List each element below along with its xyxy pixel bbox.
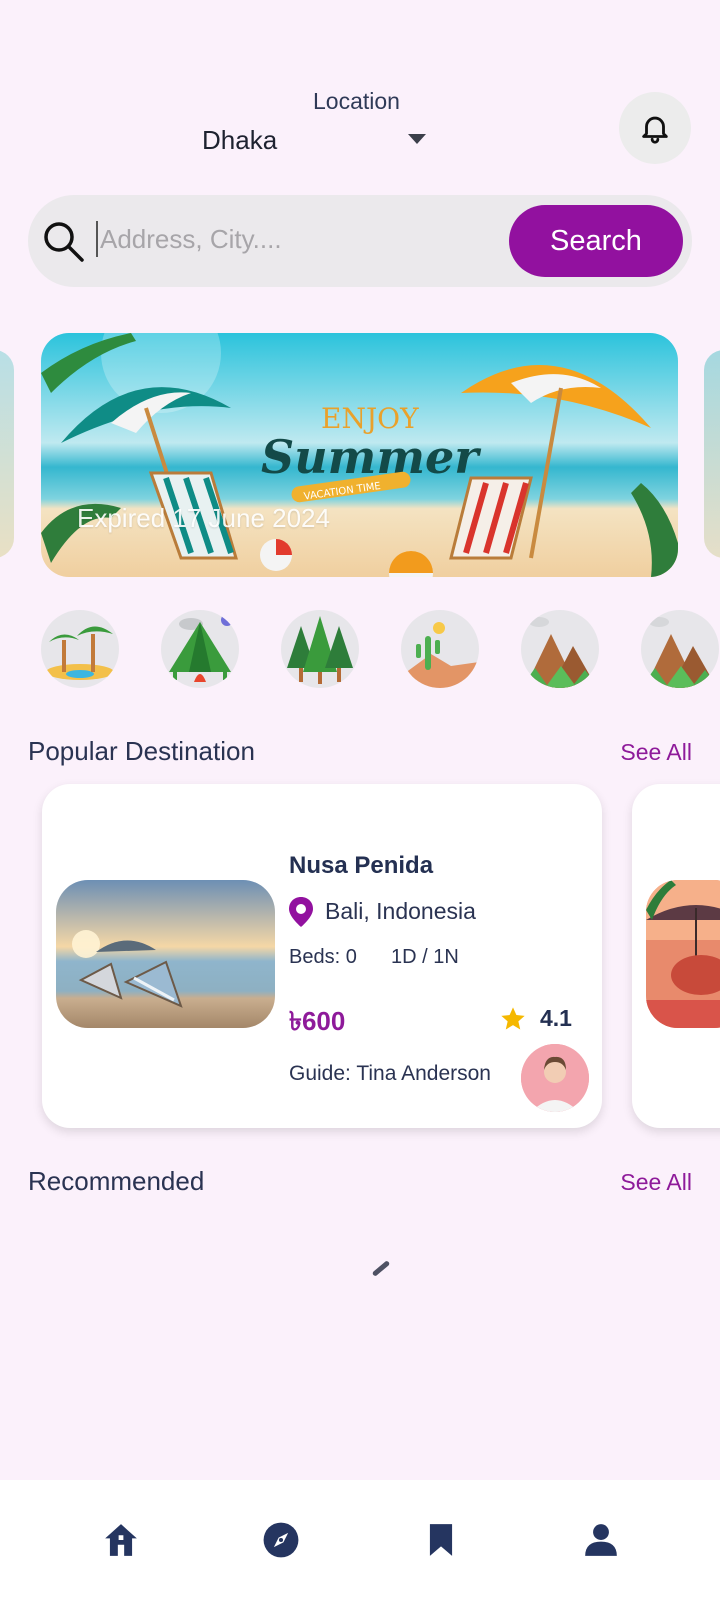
search-icon — [44, 222, 84, 262]
destination-guide: Guide: Tina Anderson — [289, 1062, 491, 1085]
category-palm-beach[interactable] — [41, 610, 119, 688]
category-mountain[interactable] — [521, 610, 599, 688]
destination-name: Nusa Penida — [289, 852, 434, 879]
recommended-title: Recommended — [28, 1166, 205, 1196]
chevron-down-icon[interactable] — [408, 134, 426, 144]
category-forest[interactable] — [281, 610, 359, 688]
nav-explore[interactable] — [261, 1520, 301, 1560]
bottom-nav — [0, 1480, 720, 1599]
nav-bookmarks[interactable] — [421, 1520, 461, 1560]
home-icon — [105, 1524, 137, 1556]
forest-icon — [287, 616, 353, 684]
loading-spinner — [371, 1260, 391, 1277]
category-camping[interactable] — [161, 610, 239, 688]
banner-peek-left[interactable] — [0, 350, 14, 558]
destination-card[interactable]: Nusa Penida Bali, Indonesia Beds: 0 1D /… — [42, 784, 602, 1128]
location-selector[interactable]: Dhaka — [202, 125, 277, 156]
destination-duration: 1D / 1N — [391, 946, 459, 968]
destination-location: Bali, Indonesia — [325, 898, 476, 924]
banner-expiry-text: Expired 17 June 2024 — [77, 503, 330, 533]
popular-destination-title: Popular Destination — [28, 736, 255, 766]
summer-beach-artwork: ENJOY Summer VACATION TIME — [41, 333, 678, 577]
search-button[interactable]: Search — [509, 205, 683, 277]
star-icon — [501, 1007, 525, 1030]
notification-button[interactable] — [619, 92, 691, 164]
recommended-see-all-link[interactable]: See All — [620, 1169, 692, 1196]
explore-icon — [263, 1522, 299, 1558]
location-label: Location — [313, 88, 400, 114]
nav-home[interactable] — [101, 1520, 141, 1560]
camping-tent-icon — [169, 614, 233, 682]
palm-beach-icon — [46, 626, 114, 680]
destination-price: ৳600 — [289, 1006, 346, 1036]
search-bar: Search — [28, 195, 692, 287]
destination-card-next[interactable] — [632, 784, 720, 1128]
category-desert[interactable] — [401, 610, 479, 688]
destination-image-next — [646, 880, 720, 1028]
location-pin-icon — [289, 897, 313, 927]
banner-art-summer: Summer — [261, 430, 482, 484]
destination-beds: Beds: 0 — [289, 946, 357, 968]
text-cursor — [96, 221, 98, 257]
guide-avatar[interactable] — [521, 1044, 589, 1112]
destination-rating: 4.1 — [540, 1005, 572, 1031]
promo-banner[interactable]: ENJOY Summer VACATION TIME Expired 17 Ju… — [41, 333, 678, 577]
profile-icon — [585, 1524, 617, 1556]
destination-image — [56, 880, 275, 1028]
banner-peek-right[interactable] — [704, 350, 720, 558]
search-input[interactable] — [100, 215, 500, 263]
mountain-icon — [521, 617, 599, 688]
mountain-icon — [641, 617, 719, 688]
nav-profile[interactable] — [581, 1520, 621, 1560]
desert-icon — [401, 622, 479, 688]
bookmark-icon — [429, 1524, 453, 1556]
popular-see-all-link[interactable]: See All — [620, 739, 692, 766]
category-mountain-2[interactable] — [641, 610, 719, 688]
bell-icon — [642, 116, 668, 144]
